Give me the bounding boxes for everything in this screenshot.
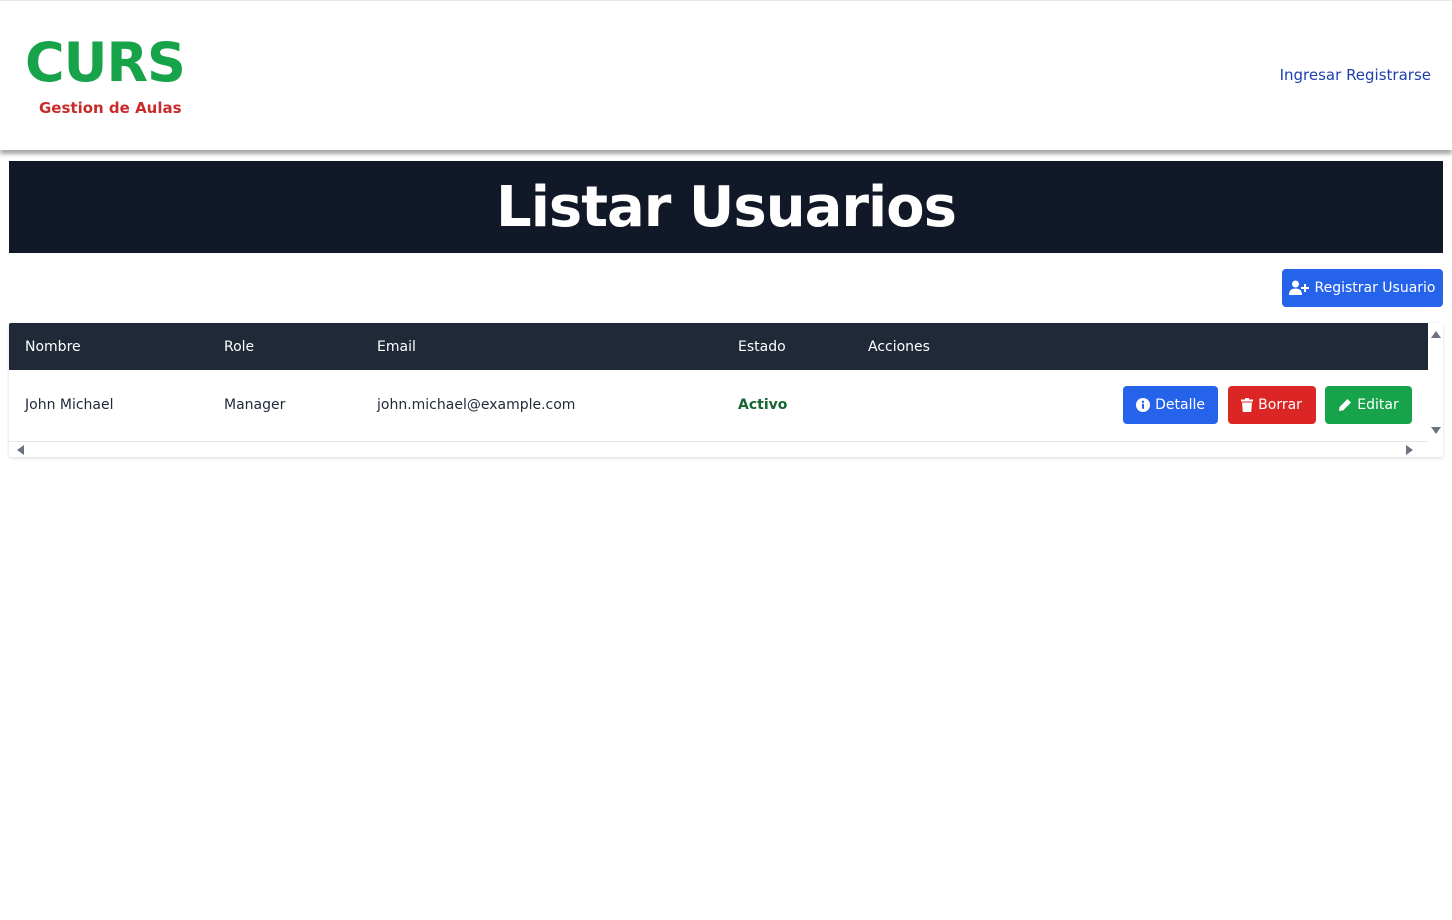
users-table-container: Nombre Role Email Estado Acciones John M… bbox=[9, 323, 1443, 457]
nav-login-link[interactable]: Ingresar bbox=[1280, 66, 1342, 84]
scroll-up-arrow-icon[interactable] bbox=[1431, 331, 1441, 338]
column-header-estado: Estado bbox=[738, 338, 786, 355]
site-header: CURS Gestion de Aulas Ingresar Registrar… bbox=[0, 0, 1452, 150]
detail-label: Detalle bbox=[1155, 397, 1206, 414]
scroll-right-arrow-icon[interactable] bbox=[1406, 445, 1413, 455]
horizontal-scrollbar[interactable] bbox=[9, 442, 1428, 457]
scroll-left-arrow-icon[interactable] bbox=[17, 445, 24, 455]
cell-acciones: Detalle Borrar Editar bbox=[852, 370, 1428, 441]
page-title: Listar Usuarios bbox=[496, 174, 957, 240]
logo[interactable]: CURS Gestion de Aulas bbox=[25, 31, 186, 117]
trash-icon bbox=[1241, 398, 1254, 413]
column-header-nombre: Nombre bbox=[25, 338, 81, 355]
detail-button[interactable]: Detalle bbox=[1123, 386, 1219, 425]
column-header-acciones: Acciones bbox=[868, 338, 930, 355]
register-user-button[interactable]: Registrar Usuario bbox=[1282, 269, 1443, 307]
logo-subtitle: Gestion de Aulas bbox=[39, 99, 182, 117]
cell-role: Manager bbox=[224, 397, 286, 414]
users-table-viewport: Nombre Role Email Estado Acciones John M… bbox=[9, 323, 1428, 442]
users-table: Nombre Role Email Estado Acciones John M… bbox=[9, 323, 1428, 442]
page-title-banner: Listar Usuarios bbox=[9, 161, 1443, 253]
edit-label: Editar bbox=[1357, 397, 1399, 414]
vertical-scrollbar[interactable] bbox=[1428, 323, 1443, 442]
delete-button[interactable]: Borrar bbox=[1227, 386, 1316, 425]
user-plus-icon bbox=[1289, 280, 1310, 296]
nav-register-link[interactable]: Registrarse bbox=[1346, 66, 1431, 84]
cell-estado: Activo bbox=[738, 397, 788, 414]
info-icon bbox=[1136, 398, 1151, 413]
register-user-label: Registrar Usuario bbox=[1314, 280, 1436, 296]
logo-title: CURS bbox=[25, 31, 186, 94]
delete-label: Borrar bbox=[1258, 397, 1302, 414]
cell-email: john.michael@example.com bbox=[377, 397, 576, 414]
edit-button[interactable]: Editar bbox=[1325, 386, 1412, 425]
table-row: John Michael Manager john.michael@exampl… bbox=[9, 370, 1428, 441]
table-header-row: Nombre Role Email Estado Acciones bbox=[9, 323, 1428, 370]
top-nav: Ingresar Registrarse bbox=[1280, 66, 1431, 84]
pencil-icon bbox=[1338, 398, 1352, 412]
scroll-down-arrow-icon[interactable] bbox=[1431, 427, 1441, 434]
column-header-email: Email bbox=[377, 338, 416, 355]
column-header-role: Role bbox=[224, 338, 255, 355]
cell-nombre: John Michael bbox=[25, 397, 114, 414]
